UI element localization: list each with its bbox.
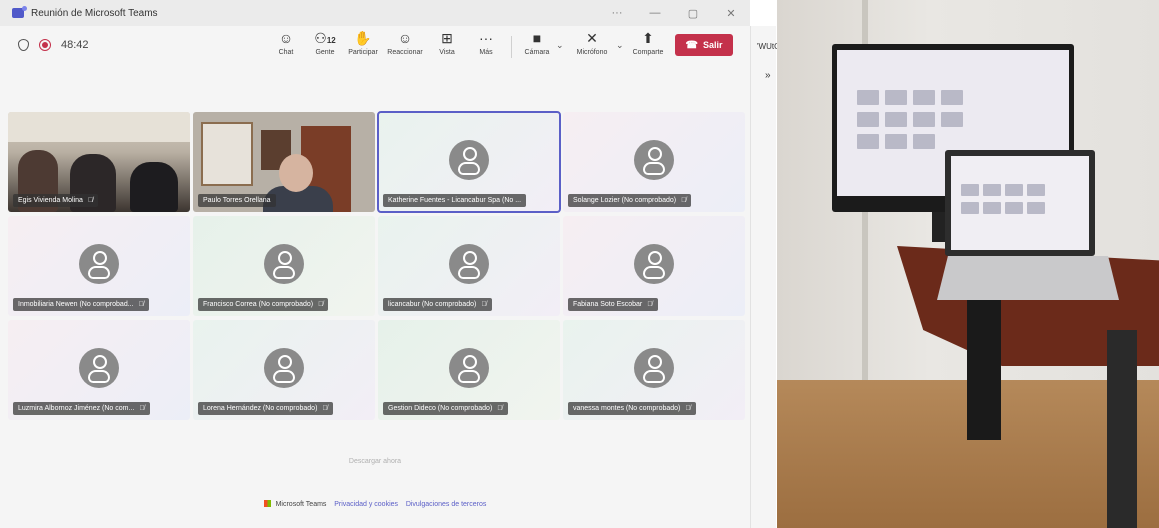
participant-count: 12 — [326, 36, 336, 45]
meeting-timer: 48:42 — [61, 39, 89, 51]
participant-name: Egis Vivienda Molina 🎙̸ — [13, 194, 99, 207]
toolbar-divider — [511, 36, 512, 58]
raise-hand-icon: ✋ — [354, 30, 372, 46]
avatar-icon — [449, 140, 489, 180]
download-link[interactable]: Descargar ahora — [0, 458, 750, 465]
participant-tile-active[interactable]: Katherine Fuentes - Licancabur Spa (No .… — [377, 111, 561, 213]
side-panel: 'WUtO. » — [750, 26, 783, 528]
participant-name: Katherine Fuentes - Licancabur Spa (No .… — [383, 194, 527, 207]
minimize-button[interactable]: — — [636, 7, 674, 19]
avatar-icon — [634, 244, 674, 284]
teams-window: Reunión de Microsoft Teams ··· — ▢ ✕ 48:… — [0, 0, 775, 528]
camera-icon: ■ — [532, 30, 542, 46]
participant-tile[interactable]: vanessa montes (No comprobado) 🎙̸ — [563, 320, 745, 420]
third-party-link[interactable]: Divulgaciones de terceros — [406, 501, 487, 508]
participant-tile[interactable]: Paulo Torres Orellana — [193, 112, 375, 212]
meeting-toolbar: 48:42 ☺ Chat ⚇12 Gente ✋ Participar ☺ Re… — [0, 26, 750, 66]
expand-chevron-icon[interactable]: » — [765, 70, 771, 81]
avatar-icon — [79, 348, 119, 388]
chat-icon: ☺ — [278, 30, 294, 46]
window-controls: ··· — ▢ ✕ — [598, 0, 750, 26]
react-button[interactable]: ☺ Reaccionar — [385, 30, 425, 56]
title-bar: Reunión de Microsoft Teams ··· — ▢ ✕ — [0, 0, 750, 26]
mic-muted-icon: 🎙̸ — [87, 197, 94, 204]
laptop-screen — [951, 156, 1089, 250]
maximize-button[interactable]: ▢ — [674, 7, 712, 20]
participant-name: Lorena Hernández (No comprobado) 🎙̸ — [198, 402, 333, 415]
participant-tile[interactable]: Gestion Dideco (No comprobado) 🎙̸ — [378, 320, 560, 420]
mic-muted-icon: 🎙̸ — [318, 301, 324, 308]
participant-tile[interactable]: Fabiana Soto Escobar 🎙̸ — [563, 216, 745, 316]
mic-muted-icon: 🎙̸ — [497, 405, 503, 412]
mic-muted-icon: 🎙̸ — [685, 405, 691, 412]
avatar-icon — [634, 140, 674, 180]
chat-button[interactable]: ☺ Chat — [272, 30, 300, 56]
window-title: Reunión de Microsoft Teams — [31, 7, 158, 19]
participant-tile[interactable]: Solange Lozier (No comprobado) 🎙̸ — [563, 112, 745, 212]
microsoft-logo-icon — [263, 500, 271, 507]
participant-tile[interactable]: Egis Vivienda Molina 🎙̸ — [8, 112, 190, 212]
participant-name: licancabur (No comprobado) 🎙̸ — [383, 298, 492, 311]
close-button[interactable]: ✕ — [712, 7, 750, 20]
avatar-icon — [449, 244, 489, 284]
participant-tile[interactable]: Luzmira Albornoz Jiménez (No com... 🎙̸ — [8, 320, 190, 420]
recording-status: 48:42 — [18, 39, 89, 51]
participant-name: Solange Lozier (No comprobado) 🎙̸ — [568, 194, 692, 207]
recording-icon — [39, 39, 51, 51]
participant-name: Fabiana Soto Escobar 🎙̸ — [568, 298, 658, 311]
participant-name: Paulo Torres Orellana — [198, 194, 276, 207]
avatar-icon — [264, 348, 304, 388]
camera-button[interactable]: ■ Cámara — [522, 30, 552, 56]
view-button[interactable]: ⊞ Vista — [434, 30, 460, 56]
emoji-icon: ☺ — [397, 30, 413, 46]
mic-off-icon: ✕ — [586, 30, 598, 46]
mic-options-chevron-icon[interactable]: ⌄ — [616, 40, 624, 51]
side-panel-header — [750, 0, 775, 26]
participant-name: Luzmira Albornoz Jiménez (No com... 🎙̸ — [13, 402, 150, 415]
avatar-icon — [264, 244, 304, 284]
laptop-keyboard — [937, 256, 1119, 300]
footer: Microsoft Teams Privacidad y cookies Div… — [0, 500, 750, 508]
privacy-link[interactable]: Privacidad y cookies — [334, 501, 398, 508]
participant-name: Gestion Dideco (No comprobado) 🎙̸ — [383, 402, 508, 415]
people-icon: ⚇ — [314, 30, 327, 46]
mic-muted-icon: 🎙̸ — [481, 301, 487, 308]
participant-tile[interactable]: Lorena Hernández (No comprobado) 🎙̸ — [193, 320, 375, 420]
more-button[interactable]: ··· Más — [474, 30, 498, 56]
shield-icon — [18, 39, 29, 51]
avatar-icon — [79, 244, 119, 284]
people-button[interactable]: ⚇12 Gente — [308, 30, 342, 56]
teams-logo-icon — [12, 6, 27, 18]
avatar-icon — [449, 348, 489, 388]
mic-muted-icon: 🎙̸ — [647, 301, 653, 308]
mic-muted-icon: 🎙̸ — [139, 405, 145, 412]
mic-muted-icon: 🎙̸ — [322, 405, 328, 412]
participant-tile[interactable]: Francisco Correa (No comprobado) 🎙̸ — [193, 216, 375, 316]
room-photo — [777, 0, 1159, 528]
phone-hangup-icon: ☎ — [685, 39, 698, 51]
participant-name: Francisco Correa (No comprobado) 🎙̸ — [198, 298, 329, 311]
grid-view-icon: ⊞ — [441, 30, 453, 46]
footer-brand: Microsoft Teams — [275, 501, 327, 508]
mic-muted-icon: 🎙̸ — [681, 197, 687, 204]
participant-tile[interactable]: licancabur (No comprobado) 🎙̸ — [378, 216, 560, 316]
participant-tile[interactable]: Inmobiliaria Newen (No comprobad... 🎙̸ — [8, 216, 190, 316]
more-icon: ··· — [479, 30, 493, 46]
leave-button[interactable]: ☎ Salir — [675, 34, 733, 56]
mic-muted-icon: 🎙̸ — [138, 301, 144, 308]
microphone-button[interactable]: ✕ Micrófono — [570, 30, 614, 56]
raise-hand-button[interactable]: ✋ Participar — [344, 30, 382, 56]
participant-name: Inmobiliaria Newen (No comprobad... 🎙̸ — [13, 298, 149, 311]
window-more-button[interactable]: ··· — [598, 7, 636, 19]
camera-options-chevron-icon[interactable]: ⌄ — [556, 40, 564, 51]
share-icon: ⬆ — [642, 30, 654, 46]
participant-name: vanessa montes (No comprobado) 🎙̸ — [568, 402, 696, 415]
avatar-icon — [634, 348, 674, 388]
share-button[interactable]: ⬆ Comparte — [628, 30, 668, 56]
